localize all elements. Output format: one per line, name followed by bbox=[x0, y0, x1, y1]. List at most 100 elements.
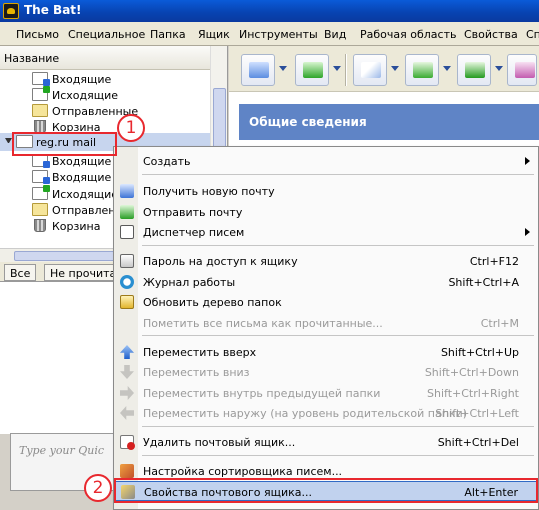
menu-item-shortcut: Shift+Ctrl+Up bbox=[440, 346, 519, 359]
menu-item-send-mail[interactable]: Отправить почту bbox=[114, 202, 538, 222]
menu-item-get-mail[interactable]: Получить новую почту bbox=[114, 181, 538, 201]
app-bat-icon bbox=[3, 3, 19, 19]
menu-item-shortcut: Shift+Ctrl+Del bbox=[437, 436, 519, 449]
menu-view[interactable]: Вид bbox=[324, 28, 346, 41]
send-mail-icon bbox=[120, 205, 134, 219]
sorter-icon bbox=[120, 464, 134, 478]
chevron-down-icon[interactable] bbox=[443, 66, 451, 71]
send-mail-icon bbox=[303, 62, 323, 78]
submenu-arrow-icon bbox=[525, 157, 530, 165]
menu-separator bbox=[142, 245, 534, 246]
menu-item-refresh-tree[interactable]: Обновить дерево папок bbox=[114, 292, 538, 312]
menu-item-shortcut: Shift+Ctrl+Down bbox=[424, 366, 519, 379]
menu-item-move-up[interactable]: Переместить вверх Shift+Ctrl+Up bbox=[114, 342, 538, 362]
chevron-down-icon[interactable] bbox=[391, 66, 399, 71]
collapse-toggle-icon[interactable] bbox=[5, 138, 12, 145]
menu-separator bbox=[142, 455, 534, 456]
chevron-down-icon[interactable] bbox=[333, 66, 341, 71]
menu-letter[interactable]: Письмо bbox=[16, 28, 59, 41]
forward-icon bbox=[515, 62, 535, 78]
refresh-icon bbox=[120, 295, 134, 309]
menu-item-label: Переместить вверх bbox=[143, 346, 257, 359]
sent-folder-icon bbox=[32, 203, 48, 216]
forward-button[interactable] bbox=[507, 54, 537, 86]
menu-item-label: Получить новую почту bbox=[143, 185, 275, 198]
folder-label: Входящие bbox=[52, 171, 112, 184]
highlight-box-account bbox=[12, 132, 117, 156]
menu-item-label: Пароль на доступ к ящику bbox=[143, 255, 298, 268]
arrow-right-icon bbox=[120, 386, 134, 400]
scroll-thumb[interactable] bbox=[213, 88, 226, 148]
menu-bar: Письмо Специальное Папка Ящик Инструмент… bbox=[0, 22, 539, 46]
menu-item-password[interactable]: Пароль на доступ к ящику Ctrl+F12 bbox=[114, 251, 538, 271]
menu-mailbox[interactable]: Ящик bbox=[198, 28, 230, 41]
menu-item-label: Создать bbox=[143, 155, 191, 168]
menu-item-label: Обновить дерево папок bbox=[143, 296, 282, 309]
menu-item-create[interactable]: Создать bbox=[114, 151, 538, 171]
menu-item-label: Отправить почту bbox=[143, 206, 243, 219]
menu-special[interactable]: Специальное bbox=[68, 28, 145, 41]
toolbar bbox=[229, 46, 539, 92]
column-header-name: Название bbox=[4, 52, 60, 65]
menu-workspace[interactable]: Рабочая область bbox=[360, 28, 456, 41]
title-bar: The Bat! bbox=[0, 0, 539, 22]
menu-item-label: Настройка сортировщика писем... bbox=[143, 465, 343, 478]
step-callout-1: 1 bbox=[117, 114, 145, 142]
reply-button[interactable] bbox=[405, 54, 439, 86]
menu-truncated[interactable]: Сп bbox=[526, 28, 539, 41]
chevron-down-icon[interactable] bbox=[279, 66, 287, 71]
context-menu: Создать Получить новую почту Отправить п… bbox=[113, 146, 539, 510]
folder-label: Входящие bbox=[52, 73, 112, 86]
outbox-folder-icon bbox=[32, 86, 50, 101]
sent-folder-icon bbox=[32, 104, 48, 117]
quill-pen-icon bbox=[361, 62, 381, 78]
menu-item-label: Переместить наружу (на уровень родительс… bbox=[143, 407, 467, 420]
info-panel-title: Общие сведения bbox=[249, 115, 367, 129]
menu-item-shortcut: Shift+Ctrl+Right bbox=[427, 387, 519, 400]
menu-item-mark-all-read[interactable]: Пометить все письма как прочитанные... C… bbox=[114, 313, 538, 333]
menu-item-dispatcher[interactable]: Диспетчер писем bbox=[114, 222, 538, 242]
menu-properties[interactable]: Свойства bbox=[464, 28, 518, 41]
menu-separator bbox=[142, 426, 534, 427]
folder-label: Исходящие bbox=[52, 188, 119, 201]
menu-item-label: Пометить все письма как прочитанные... bbox=[143, 317, 383, 330]
menu-item-move-into[interactable]: Переместить внутрь предыдущей папки Shif… bbox=[114, 383, 538, 403]
menu-item-move-down[interactable]: Переместить вниз Shift+Ctrl+Down bbox=[114, 362, 538, 382]
folder-tree-header[interactable]: Название bbox=[0, 46, 210, 70]
window-title: The Bat! bbox=[24, 3, 82, 17]
reply-all-icon bbox=[465, 62, 485, 78]
folder-label: Корзина bbox=[52, 220, 101, 233]
send-mail-button[interactable] bbox=[295, 54, 329, 86]
menu-item-delete-mailbox[interactable]: Удалить почтовый ящик... Shift+Ctrl+Del bbox=[114, 432, 538, 452]
menu-item-shortcut: Shift+Ctrl+A bbox=[448, 276, 519, 289]
menu-item-shortcut: Ctrl+F12 bbox=[469, 255, 519, 268]
tab-all[interactable]: Все bbox=[4, 264, 37, 281]
quick-text-placeholder: Type your Quic bbox=[19, 444, 105, 457]
menu-item-shortcut: Ctrl+M bbox=[480, 317, 519, 330]
inbox-folder-icon bbox=[32, 72, 50, 86]
reply-all-button[interactable] bbox=[457, 54, 491, 86]
menu-item-log[interactable]: Журнал работы Shift+Ctrl+A bbox=[114, 272, 538, 292]
trash-icon bbox=[34, 219, 46, 232]
arrow-up-icon bbox=[120, 345, 134, 359]
menu-item-move-out[interactable]: Переместить наружу (на уровень родительс… bbox=[114, 403, 538, 423]
chevron-down-icon[interactable] bbox=[495, 66, 503, 71]
menu-item-label: Журнал работы bbox=[143, 276, 236, 289]
get-mail-button[interactable] bbox=[241, 54, 275, 86]
menu-folder[interactable]: Папка bbox=[150, 28, 186, 41]
delete-icon bbox=[120, 435, 135, 450]
reply-icon bbox=[413, 62, 433, 78]
info-panel-band: Общие сведения bbox=[239, 104, 539, 140]
menu-separator bbox=[142, 335, 534, 336]
folder-label: Отправлен bbox=[52, 204, 116, 217]
menu-item-label: Переместить внутрь предыдущей папки bbox=[143, 387, 381, 400]
folder-label: Входящие - bbox=[52, 155, 119, 168]
toolbar-divider bbox=[345, 54, 347, 86]
menu-item-label: Удалить почтовый ящик... bbox=[143, 436, 296, 449]
inbox-folder-icon bbox=[32, 170, 50, 184]
menu-tools[interactable]: Инструменты bbox=[239, 28, 318, 41]
new-message-button[interactable] bbox=[353, 54, 387, 86]
get-mail-icon bbox=[120, 184, 134, 198]
folder-label: Исходящие bbox=[52, 89, 119, 102]
menu-item-shortcut: Shift+Ctrl+Left bbox=[435, 407, 519, 420]
